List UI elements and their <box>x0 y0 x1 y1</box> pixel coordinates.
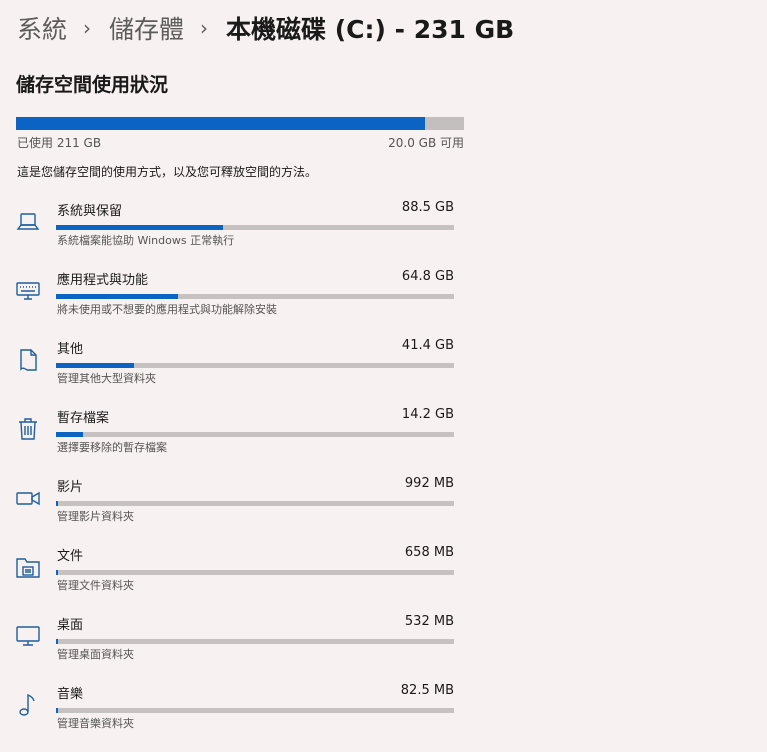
page-title: 本機磁碟 (C:) - 231 GB <box>226 15 515 44</box>
category-name: 其他 <box>57 342 84 357</box>
category-usage-bar <box>56 708 454 713</box>
category-usage-fill <box>56 570 58 575</box>
category-usage-fill <box>56 363 134 368</box>
music-note-icon <box>15 692 41 718</box>
trash-icon <box>15 416 41 442</box>
category-name: 應用程式與功能 <box>57 273 149 288</box>
category-subtitle: 管理其他大型資料夾 <box>57 372 156 385</box>
used-space-label: 已使用 211 GB <box>17 136 102 150</box>
folder-icon <box>15 554 41 580</box>
free-space-label: 20.0 GB 可用 <box>388 136 464 150</box>
category-usage-bar <box>56 294 454 299</box>
category-name: 音樂 <box>57 687 84 702</box>
storage-description: 這是您儲存空間的使用方式，以及您可釋放空間的方法。 <box>17 165 318 179</box>
category-usage-fill <box>56 294 179 299</box>
category-subtitle: 管理音樂資料夾 <box>57 717 134 730</box>
category-size: 532 MB <box>404 614 454 629</box>
category-name: 系統與保留 <box>57 204 123 219</box>
storage-usage-heading: 儲存空間使用狀況 <box>16 74 169 96</box>
category-system-reserved[interactable]: 系統與保留 88.5 GB 系統檔案能協助 Windows 正常執行 <box>0 200 470 269</box>
category-name: 文件 <box>57 549 84 564</box>
category-size: 64.8 GB <box>401 269 454 284</box>
category-other[interactable]: 其他 41.4 GB 管理其他大型資料夾 <box>0 338 470 407</box>
category-desktop[interactable]: 桌面 532 MB 管理桌面資料夾 <box>0 614 470 683</box>
category-size: 88.5 GB <box>401 200 454 215</box>
category-size: 41.4 GB <box>401 338 454 353</box>
category-usage-bar <box>56 570 454 575</box>
category-documents[interactable]: 文件 658 MB 管理文件資料夾 <box>0 545 470 614</box>
category-size: 14.2 GB <box>401 407 454 422</box>
total-usage-bar <box>16 117 464 130</box>
category-name: 影片 <box>57 480 84 495</box>
category-usage-fill <box>56 639 58 644</box>
category-usage-fill <box>56 432 83 437</box>
category-size: 658 MB <box>404 545 454 560</box>
category-apps-features[interactable]: 應用程式與功能 64.8 GB 將未使用或不想要的應用程式與功能解除安裝 <box>0 269 470 338</box>
breadcrumb: 系統 › 儲存體 › 本機磁碟 (C:) - 231 GB <box>17 8 514 48</box>
category-usage-bar <box>56 432 454 437</box>
category-size: 82.5 MB <box>400 683 454 698</box>
category-usage-bar <box>56 225 454 230</box>
breadcrumb-separator-icon: › <box>83 16 92 40</box>
breadcrumb-storage[interactable]: 儲存體 <box>109 10 184 46</box>
document-icon <box>15 347 41 373</box>
category-name: 暫存檔案 <box>57 411 110 426</box>
category-usage-fill <box>56 501 58 506</box>
category-temporary-files[interactable]: 暫存檔案 14.2 GB 選擇要移除的暫存檔案 <box>0 407 470 476</box>
video-camera-icon <box>15 485 41 511</box>
category-subtitle: 管理桌面資料夾 <box>57 648 134 661</box>
laptop-icon <box>15 209 41 235</box>
breadcrumb-separator-icon: › <box>200 16 209 40</box>
keyboard-icon <box>15 278 41 304</box>
category-subtitle: 管理影片資料夾 <box>57 510 134 523</box>
category-usage-bar <box>56 363 454 368</box>
category-usage-fill <box>56 225 223 230</box>
category-subtitle: 系統檔案能協助 Windows 正常執行 <box>57 234 235 247</box>
category-usage-fill <box>56 708 58 713</box>
category-music[interactable]: 音樂 82.5 MB 管理音樂資料夾 <box>0 683 470 752</box>
monitor-icon <box>15 623 41 649</box>
category-videos[interactable]: 影片 992 MB 管理影片資料夾 <box>0 476 470 545</box>
category-name: 桌面 <box>57 618 84 633</box>
breadcrumb-system[interactable]: 系統 <box>17 10 67 46</box>
total-usage-fill <box>16 117 426 130</box>
category-subtitle: 選擇要移除的暫存檔案 <box>57 441 167 454</box>
category-usage-bar <box>56 501 454 506</box>
category-subtitle: 管理文件資料夾 <box>57 579 134 592</box>
category-subtitle: 將未使用或不想要的應用程式與功能解除安裝 <box>57 303 277 316</box>
category-size: 992 MB <box>404 476 454 491</box>
category-usage-bar <box>56 639 454 644</box>
